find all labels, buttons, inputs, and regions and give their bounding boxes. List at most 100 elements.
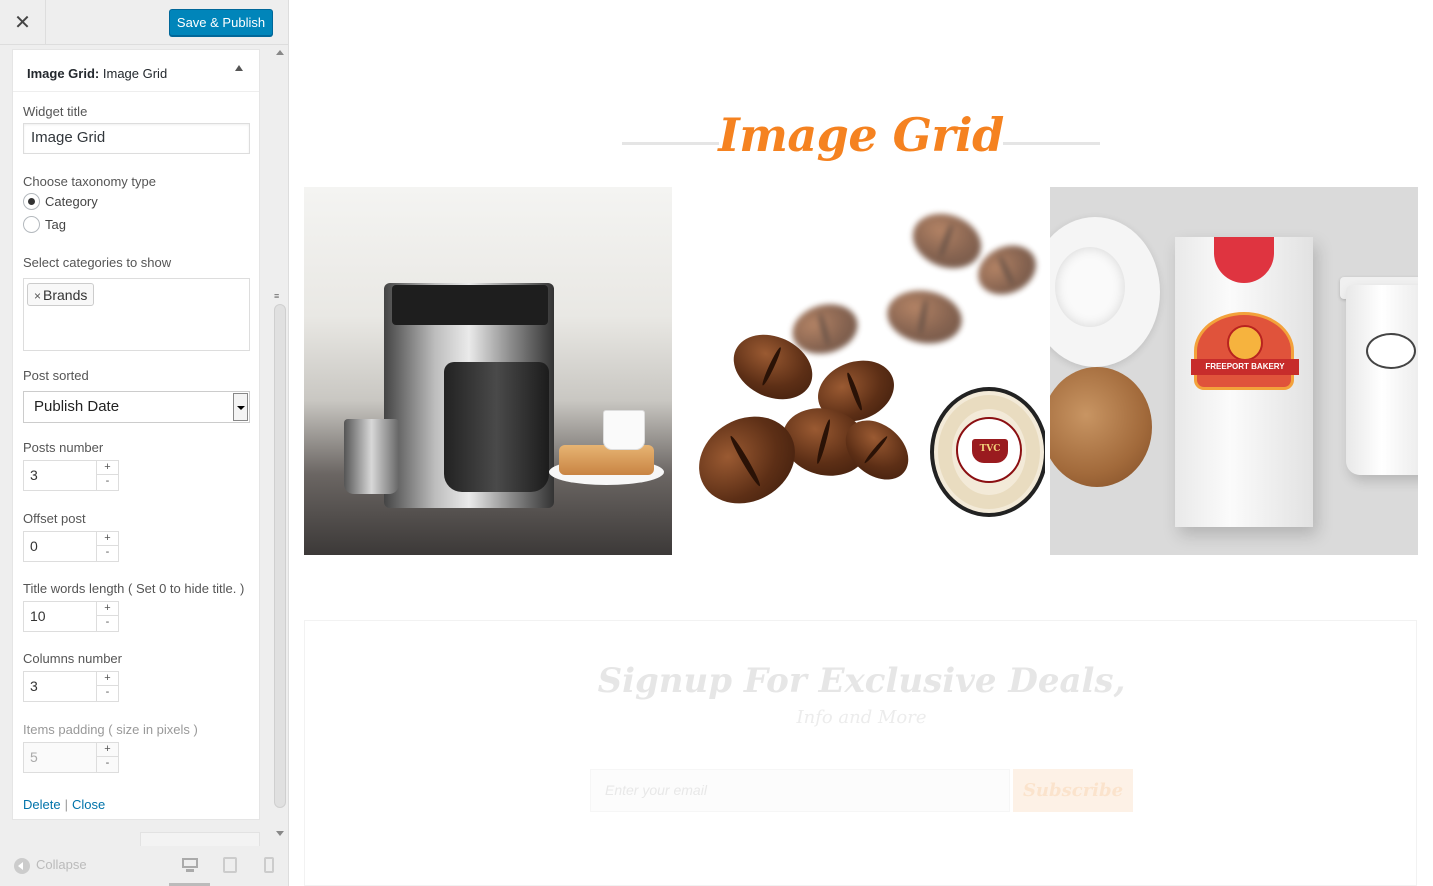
close-widget-link[interactable]: Close — [72, 797, 105, 812]
taxonomy-type-label: Choose taxonomy type — [23, 174, 156, 189]
decrement-button[interactable]: - — [97, 757, 118, 771]
white-mug — [604, 411, 644, 449]
cookie — [1050, 367, 1152, 487]
radio-category-label: Category — [45, 194, 98, 210]
email-input[interactable]: Enter your email — [590, 769, 1010, 812]
customizer-footer: Collapse — [0, 846, 288, 886]
items-padding-stepper[interactable]: 5 + - — [23, 742, 119, 773]
collapse-button[interactable]: Collapse — [14, 857, 87, 874]
customizer-controls: Image Grid: Image Grid Widget title Imag… — [0, 46, 288, 836]
dropdown-arrow-icon[interactable] — [233, 393, 248, 421]
coffee-maker-image[interactable] — [304, 187, 672, 555]
signup-title: Signup For Exclusive Deals, — [597, 661, 1126, 701]
posts-number-stepper[interactable]: 3 + - — [23, 460, 119, 491]
desktop-preview-icon[interactable] — [181, 857, 199, 873]
remove-chip-icon[interactable]: × — [34, 289, 41, 303]
stepper-buttons: + - — [96, 532, 118, 561]
save-publish-button[interactable]: Save & Publish — [169, 9, 273, 36]
cup-logo — [1366, 333, 1416, 369]
offset-post-label: Offset post — [23, 511, 86, 526]
travel-mug — [344, 419, 399, 494]
freeport-bakery-logo: FREEPORT BAKERY — [1191, 312, 1299, 390]
scrollbar-thumb[interactable] — [274, 304, 286, 808]
stepper-buttons: + - — [96, 743, 118, 772]
stepper-buttons: + - — [96, 602, 118, 631]
categories-multiselect[interactable]: × Brands — [23, 278, 250, 351]
scroll-up-arrow-icon[interactable] — [276, 50, 284, 55]
mobile-preview-icon[interactable] — [262, 857, 280, 873]
takeaway-cup — [1346, 285, 1418, 475]
increment-button[interactable]: + — [97, 743, 118, 757]
scroll-down-arrow-icon[interactable] — [276, 831, 284, 836]
badge-text: FREEPORT BAKERY — [1191, 359, 1299, 375]
widget-title-label: Widget title — [23, 104, 88, 119]
close-icon[interactable]: ✕ — [0, 0, 46, 45]
posts-number-value: 3 — [30, 467, 38, 483]
customizer-sidebar: ✕ Save & Publish Image Grid: Image Grid … — [0, 0, 289, 886]
columns-number-value: 3 — [30, 678, 38, 694]
decrement-button[interactable]: - — [97, 475, 118, 489]
increment-button[interactable]: + — [97, 461, 118, 475]
signup-section: Signup For Exclusive Deals, Info and Mor… — [304, 620, 1417, 886]
posts-number-label: Posts number — [23, 440, 104, 455]
collapse-arrow-icon[interactable] — [235, 65, 243, 71]
coffee-bean — [905, 204, 989, 278]
increment-button[interactable]: + — [97, 532, 118, 546]
sidebar-scrollbar[interactable]: ≡ — [272, 46, 288, 836]
category-chip-label: Brands — [43, 287, 88, 303]
post-sorted-select[interactable]: Publish Date — [23, 391, 250, 423]
signup-subtitle: Info and More — [796, 707, 927, 728]
coffee-bean — [883, 284, 966, 350]
image-grid-title: Image Grid — [718, 108, 1004, 162]
scroll-grip-icon: ≡ — [274, 291, 280, 301]
category-chip-brands: × Brands — [27, 283, 95, 306]
offset-post-stepper[interactable]: 0 + - — [23, 531, 119, 562]
categories-label: Select categories to show — [23, 255, 172, 270]
treasure-valley-coffee-logo: TVC — [930, 387, 1045, 517]
decrement-button[interactable]: - — [97, 546, 118, 560]
columns-number-label: Columns number — [23, 651, 122, 666]
customizer-header: ✕ Save & Publish — [0, 0, 288, 45]
title-words-value: 10 — [30, 608, 46, 624]
delete-widget-link[interactable]: Delete — [23, 797, 61, 812]
seal-text: TVC — [979, 444, 1001, 454]
post-sorted-value: Publish Date — [34, 398, 120, 415]
image-grid-widget: Image Grid: Image Grid Widget title Imag… — [12, 49, 260, 820]
site-preview: Image Grid TVC FREEPORT BAKERY Signup Fo… — [289, 0, 1433, 886]
pastry — [559, 445, 654, 475]
bakery-mockup-image[interactable]: FREEPORT BAKERY — [1050, 187, 1418, 555]
collapse-label: Collapse — [36, 857, 87, 872]
coffee-cup — [1055, 247, 1125, 327]
stepper-buttons: + - — [96, 461, 118, 490]
subscribe-button[interactable]: Subscribe — [1013, 769, 1133, 812]
offset-post-value: 0 — [30, 538, 38, 554]
decrement-button[interactable]: - — [97, 616, 118, 630]
coffee-beans-image[interactable]: TVC — [677, 187, 1045, 555]
radio-tag[interactable]: Tag — [23, 216, 66, 234]
radio-category[interactable]: Category — [23, 193, 98, 211]
title-words-label: Title words length ( Set 0 to hide title… — [23, 581, 245, 596]
increment-button[interactable]: + — [97, 672, 118, 686]
radio-button[interactable] — [23, 216, 40, 234]
widget-type-label: Image Grid: — [27, 66, 100, 81]
title-divider-right — [1003, 142, 1100, 145]
collapse-arrow-icon — [14, 857, 30, 874]
widget-header[interactable]: Image Grid: Image Grid — [13, 50, 259, 92]
widget-title-input[interactable]: Image Grid — [23, 123, 250, 154]
items-padding-value: 5 — [30, 749, 38, 765]
add-widget-button[interactable] — [140, 832, 260, 846]
tablet-preview-icon[interactable] — [222, 857, 240, 873]
post-sorted-label: Post sorted — [23, 368, 89, 383]
action-separator: | — [64, 797, 68, 812]
decrement-button[interactable]: - — [97, 686, 118, 700]
title-words-stepper[interactable]: 10 + - — [23, 601, 119, 632]
increment-button[interactable]: + — [97, 602, 118, 616]
radio-tag-label: Tag — [45, 217, 66, 233]
coffee-pot — [444, 362, 549, 492]
radio-button-checked[interactable] — [23, 193, 40, 211]
stepper-buttons: + - — [96, 672, 118, 701]
columns-number-stepper[interactable]: 3 + - — [23, 671, 119, 702]
coffee-maker-top — [392, 285, 548, 325]
items-padding-label: Items padding ( size in pixels ) — [23, 722, 198, 737]
widget-header-title: Image Grid — [102, 66, 168, 81]
